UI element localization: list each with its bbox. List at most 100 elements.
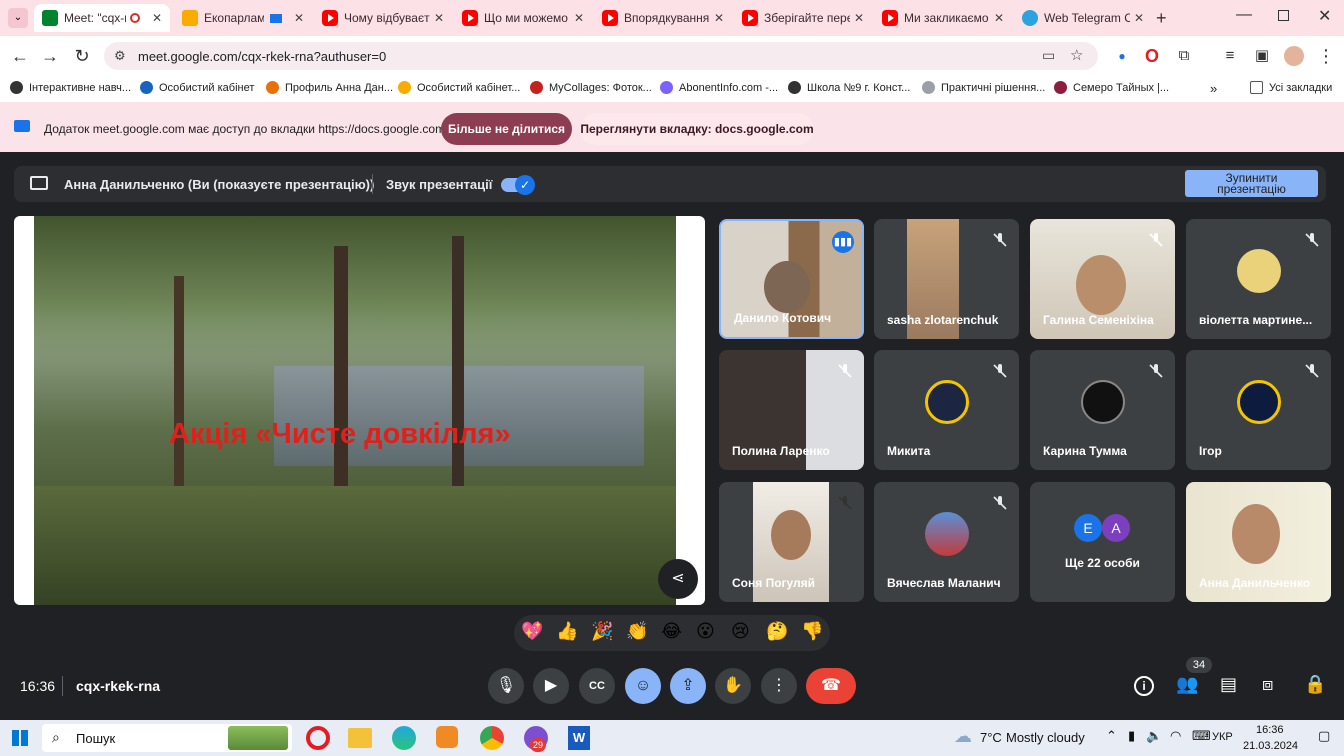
participant-tile[interactable]: sasha zlotarenchuk [874, 219, 1019, 339]
participant-tile[interactable]: ▮▮▮ Данило Котович [719, 219, 864, 339]
bookmark[interactable]: Практичні рішення... [922, 81, 1045, 94]
tab-search-button[interactable]: ⌄ [8, 8, 28, 28]
activities-icon[interactable]: ⧈ [1262, 674, 1273, 695]
laughing-icon[interactable]: 😂 [661, 621, 682, 642]
edge-icon[interactable] [392, 726, 416, 750]
volume-icon[interactable]: 🔈 [1146, 728, 1162, 744]
windows-start-icon[interactable] [12, 730, 28, 746]
extension-icon[interactable]: ● [1110, 44, 1134, 68]
minimize-icon[interactable]: — [1236, 6, 1252, 24]
chat-icon[interactable]: ▤ [1220, 674, 1237, 695]
microphone-button[interactable]: 🎙 [488, 668, 524, 704]
participant-tile[interactable]: Микита [874, 350, 1019, 470]
participant-tile[interactable]: Галина Семеніхіна [1030, 219, 1175, 339]
audio-toggle[interactable]: ✓ [501, 175, 535, 195]
clapping-icon[interactable]: 👏 [626, 621, 648, 642]
participant-tile[interactable]: Вячеслав Маланич [874, 482, 1019, 602]
word-icon[interactable]: W [568, 726, 590, 750]
more-options-button[interactable]: ⋮ [761, 668, 797, 704]
share-icon[interactable]: ⋖ [658, 559, 698, 599]
more-participants-tile[interactable]: E A Ще 22 особи [1030, 482, 1175, 602]
taskbar-search[interactable]: ⌕ Пошук [42, 724, 292, 752]
participant-tile[interactable]: віолетта мартине... [1186, 219, 1331, 339]
stop-presenting-button[interactable]: Зупинити презентацію [1185, 170, 1318, 197]
camera-icon[interactable]: ▭ [1042, 47, 1055, 64]
party-popper-icon[interactable]: 🎉 [591, 621, 613, 642]
bookmark[interactable]: Семеро Тайных |... [1054, 81, 1169, 94]
opera-icon[interactable]: O [1140, 44, 1164, 68]
info-icon[interactable]: i [1134, 676, 1154, 696]
window-close-icon[interactable]: ✕ [1318, 6, 1331, 26]
present-button[interactable]: ⇪ [670, 668, 706, 704]
tab-youtube-3[interactable]: Впорядкування ✕ [594, 4, 732, 32]
battery-icon[interactable]: ▮ [1128, 728, 1135, 744]
reload-icon[interactable]: ↻ [70, 44, 94, 68]
surprised-icon[interactable]: 😮 [696, 621, 715, 642]
host-controls-icon[interactable]: 🔒 [1304, 674, 1326, 695]
participant-tile[interactable]: Анна Данильченко [1186, 482, 1331, 602]
media-icon[interactable]: ≡ [1218, 44, 1242, 68]
tab-youtube-5[interactable]: Ми закликаємо ✕ [874, 4, 1012, 32]
close-icon[interactable]: ✕ [710, 11, 724, 25]
maximize-icon[interactable] [1278, 10, 1289, 21]
participant-tile[interactable]: Ігор [1186, 350, 1331, 470]
tab-meet[interactable]: Meet: "cqx-rk ✕ [34, 4, 170, 32]
sparkling-heart-icon[interactable]: 💖 [521, 621, 543, 642]
tab-telegram[interactable]: Web Telegram C ✕ [1014, 4, 1152, 32]
thumbs-up-icon[interactable]: 👍 [556, 621, 578, 642]
bookmark[interactable]: Особистий кабінет [140, 81, 254, 94]
participant-tile[interactable]: Карина Тумма [1030, 350, 1175, 470]
tab-youtube-2[interactable]: Що ми можемо ✕ [454, 4, 592, 32]
all-bookmarks[interactable]: Усі закладки [1250, 81, 1332, 94]
reactions-button[interactable]: ☺ [625, 668, 661, 704]
thinking-icon[interactable]: 🤔 [766, 621, 788, 642]
close-icon[interactable]: ✕ [1130, 11, 1144, 25]
people-icon[interactable]: 👥 [1176, 674, 1198, 695]
participant-tile[interactable]: Полина Ларенко [719, 350, 864, 470]
bookmark[interactable]: Школа №9 г. Конст... [788, 81, 910, 94]
tab-youtube-1[interactable]: Чому відбуваєт ✕ [314, 4, 452, 32]
bookmark[interactable]: Інтерактивне навч... [10, 81, 131, 94]
stop-sharing-button[interactable]: Більше не ділитися [441, 113, 572, 145]
raise-hand-button[interactable]: ✋ [715, 668, 751, 704]
bookmark[interactable]: AbonentInfo.com -... [660, 81, 778, 94]
menu-icon[interactable]: ⋮ [1314, 44, 1338, 68]
thumbs-down-icon[interactable]: 👎 [801, 621, 823, 642]
close-icon[interactable]: ✕ [148, 11, 162, 25]
chevron-up-icon[interactable]: ⌃ [1106, 728, 1117, 744]
language-indicator[interactable]: УКР [1212, 731, 1233, 743]
participant-tile[interactable]: Соня Погуляй [719, 482, 864, 602]
captions-button[interactable]: CC [579, 668, 615, 704]
file-explorer-icon[interactable] [348, 728, 372, 748]
opera-taskbar-icon[interactable] [306, 726, 330, 750]
close-icon[interactable]: ✕ [990, 11, 1004, 25]
tab-youtube-4[interactable]: Зберігайте пере ✕ [734, 4, 872, 32]
chrome-icon[interactable] [480, 726, 504, 750]
close-icon[interactable]: ✕ [290, 11, 304, 25]
more-bookmarks-icon[interactable]: » [1210, 81, 1217, 96]
site-info-icon[interactable]: ⚙ [114, 48, 126, 64]
view-tab-button[interactable]: Переглянути вкладку: docs.google.com [580, 113, 814, 145]
close-icon[interactable]: ✕ [430, 11, 444, 25]
camera-button[interactable]: ▶ [533, 668, 569, 704]
back-icon[interactable]: ← [8, 44, 32, 68]
star-icon[interactable]: ☆ [1070, 46, 1083, 64]
app-icon[interactable] [436, 726, 458, 748]
sidepanel-icon[interactable]: ▣ [1250, 44, 1274, 68]
network-icon[interactable]: ◠ [1170, 728, 1181, 744]
new-tab-icon[interactable]: + [1156, 8, 1167, 29]
close-icon[interactable]: ✕ [850, 11, 864, 25]
keyboard-icon[interactable]: ⌨ [1192, 728, 1211, 744]
bookmark[interactable]: Особистий кабінет... [398, 81, 520, 94]
bookmark[interactable]: MyCollages: Фоток... [530, 81, 652, 94]
leave-call-button[interactable]: ☎ [806, 668, 856, 704]
extensions-icon[interactable]: ⧉ [1172, 44, 1196, 68]
close-icon[interactable]: ✕ [570, 11, 584, 25]
crying-icon[interactable]: 😢 [731, 621, 750, 642]
profile-avatar[interactable] [1284, 46, 1304, 66]
address-bar[interactable]: ⚙ meet.google.com/cqx-rkek-rna?authuser=… [104, 42, 1098, 70]
notifications-icon[interactable]: ▢ [1318, 728, 1330, 744]
bookmark[interactable]: Профиль Анна Дан... [266, 81, 393, 94]
tab-slides[interactable]: Екопарламе ✕ [174, 4, 312, 32]
forward-icon[interactable]: → [38, 44, 62, 68]
